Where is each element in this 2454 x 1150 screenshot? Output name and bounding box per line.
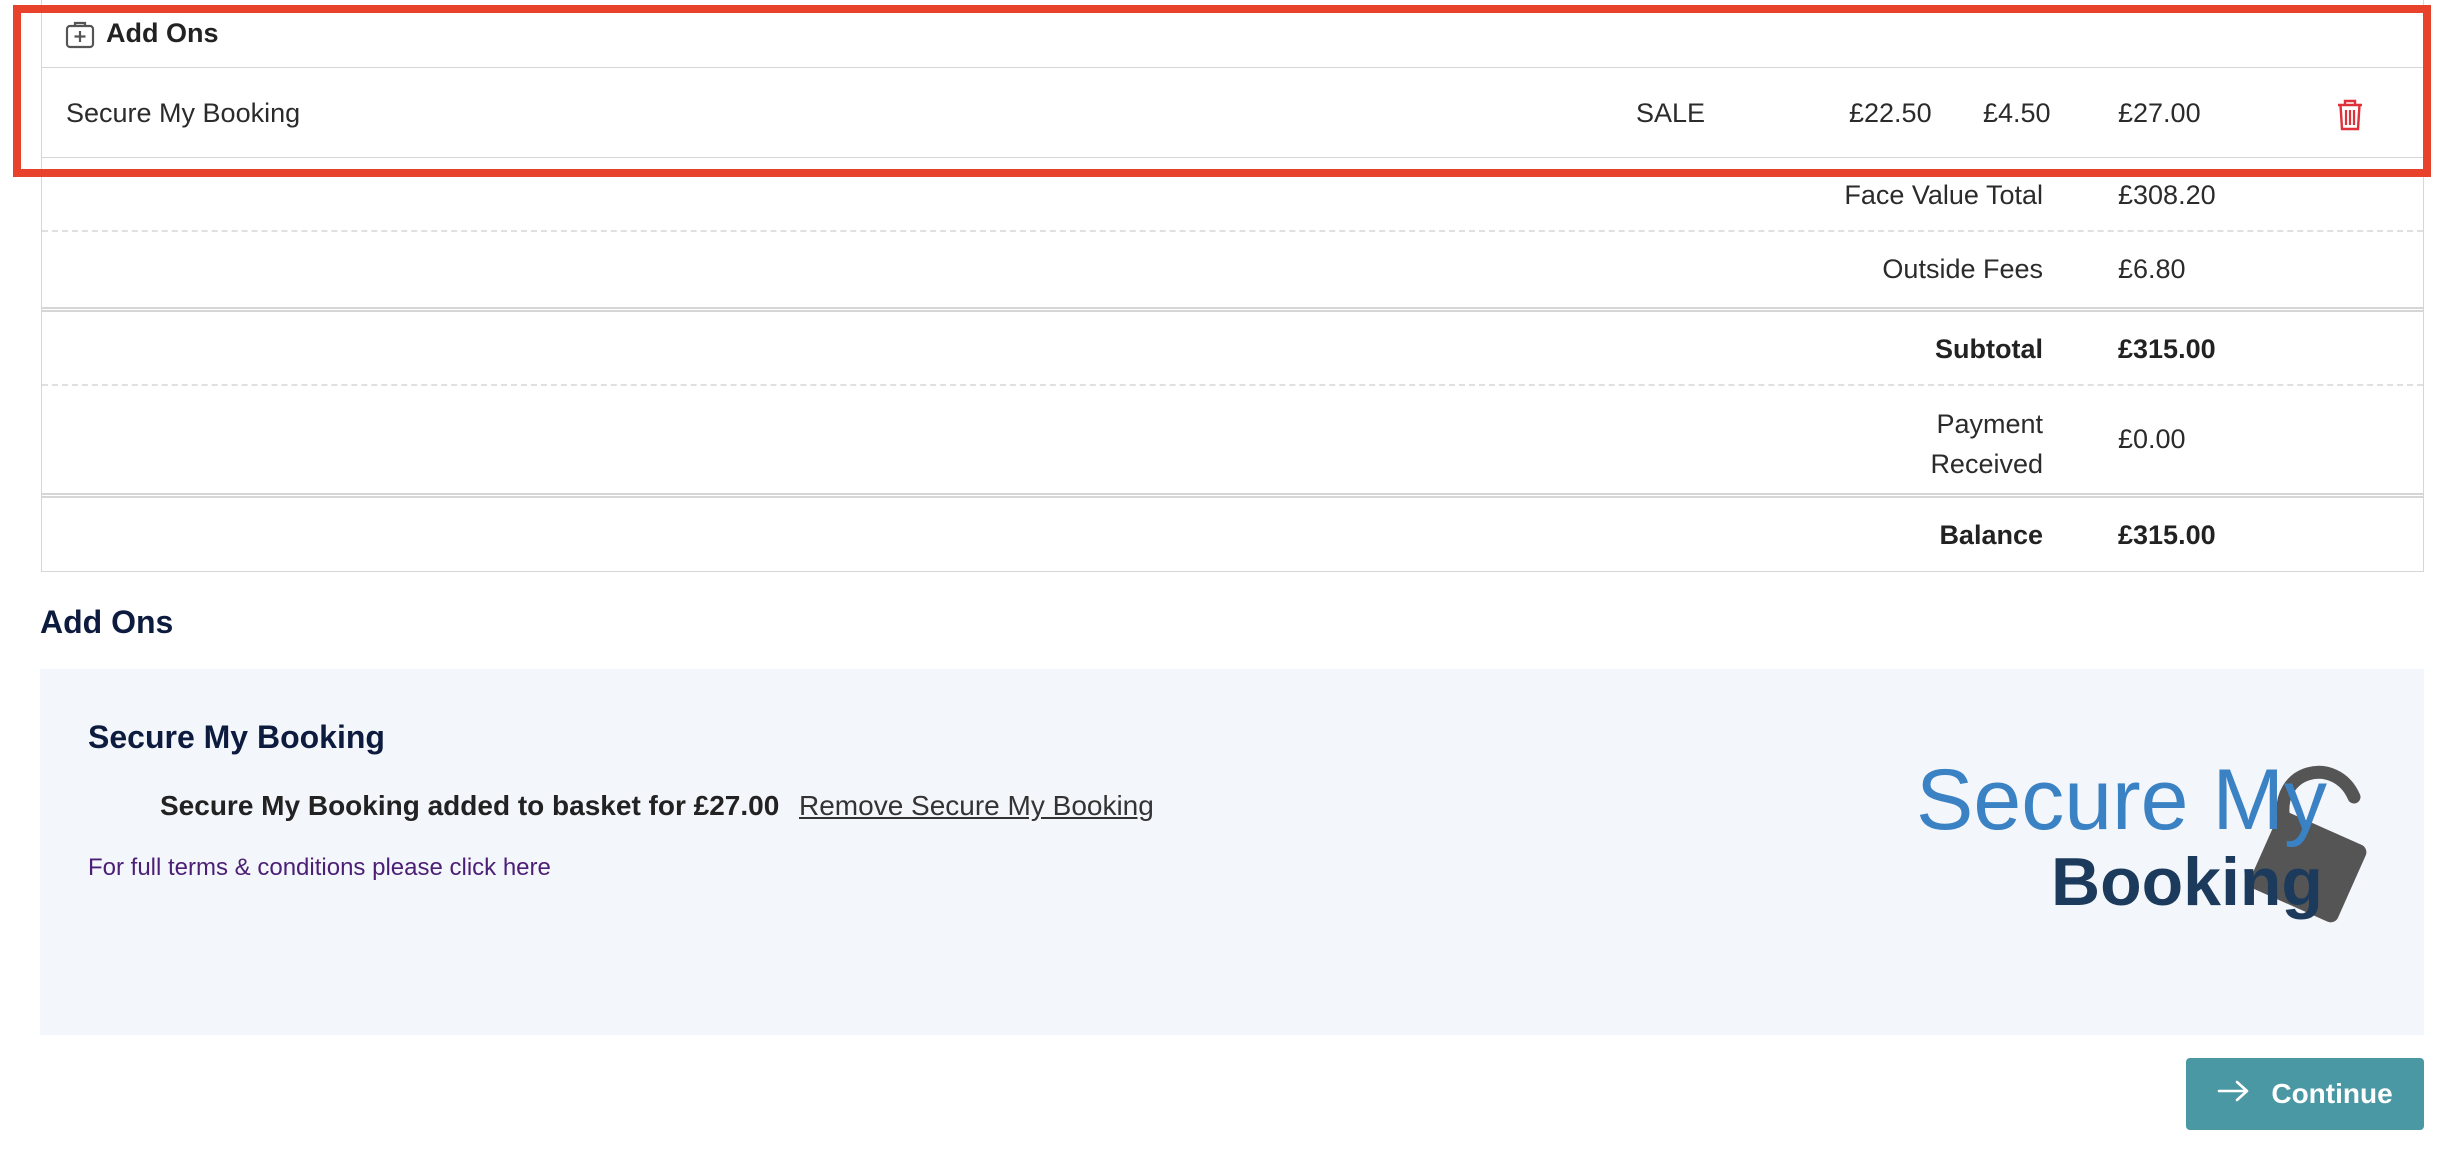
added-to-basket-message: Secure My Booking added to basket for £2…: [160, 790, 780, 821]
outside-fees-row: Outside Fees £6.80: [42, 232, 2423, 312]
addon-line-item: Secure My Booking SALE £22.50 £4.50 £27.…: [42, 68, 2423, 158]
addons-header-title: Add Ons: [106, 18, 219, 48]
logo-line2: Booking: [2051, 844, 2323, 920]
terms-and-conditions-link[interactable]: For full terms & conditions please click…: [88, 854, 551, 882]
plus-box-icon: [65, 21, 95, 54]
trash-icon[interactable]: [2335, 98, 2365, 139]
arrow-right-icon: [2217, 1078, 2251, 1110]
face-value-row: Face Value Total £308.20: [42, 158, 2423, 232]
item-type: SALE: [1636, 98, 1706, 128]
face-value-amount: £308.20: [2118, 180, 2216, 210]
secure-my-booking-logo: Secure My Booking: [1916, 752, 2367, 923]
basket-summary-table: Add Ons Secure My Booking SALE £22.50 £4…: [41, 0, 2424, 572]
payment-received-label: Payment Received: [1930, 409, 2043, 479]
secure-my-booking-panel: Secure My Booking Secure My Booking adde…: [40, 669, 2424, 1035]
outside-fees-amount: £6.80: [2118, 254, 2186, 284]
balance-amount: £315.00: [2118, 520, 2216, 550]
payment-received-amount: £0.00: [2118, 424, 2186, 454]
outside-fees-label: Outside Fees: [1882, 254, 2043, 284]
continue-label: Continue: [2271, 1078, 2393, 1109]
balance-label: Balance: [1939, 520, 2043, 550]
item-total: £27.00: [2118, 98, 2201, 128]
payment-received-row: Payment Received £0.00: [42, 386, 2423, 498]
subtotal-row: Subtotal £315.00: [42, 312, 2423, 386]
subtotal-amount: £315.00: [2118, 334, 2216, 364]
subtotal-label: Subtotal: [1935, 334, 2043, 364]
face-value-label: Face Value Total: [1844, 180, 2043, 210]
remove-secure-my-booking-link[interactable]: Remove Secure My Booking: [799, 790, 1154, 822]
addons-header-row: Add Ons: [42, 0, 2423, 68]
item-fee: £4.50: [1983, 98, 2051, 128]
addons-section-title: Add Ons: [40, 604, 174, 640]
logo-line1: Secure My: [1916, 752, 2327, 848]
balance-row: Balance £315.00: [42, 498, 2423, 572]
continue-button[interactable]: Continue: [2186, 1058, 2424, 1130]
panel-title: Secure My Booking: [88, 719, 385, 755]
item-name: Secure My Booking: [66, 98, 301, 128]
item-price: £22.50: [1849, 98, 1932, 128]
